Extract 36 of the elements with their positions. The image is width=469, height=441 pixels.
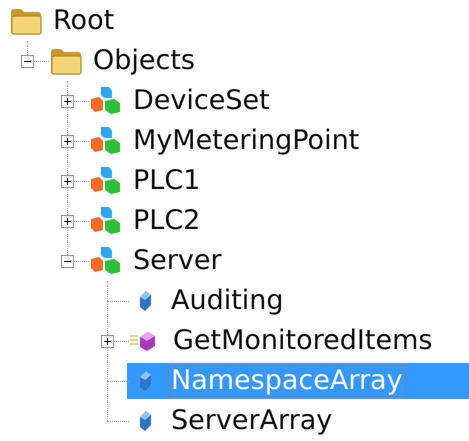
item-label: PLC1: [132, 166, 202, 196]
cube-icon: [139, 410, 152, 432]
expander-toggle[interactable]: [61, 175, 74, 188]
item-label: Objects: [92, 46, 196, 76]
item-label: ServerArray: [170, 406, 334, 436]
item-label: Auditing: [170, 286, 285, 316]
item-label: DeviceSet: [132, 86, 271, 116]
cubes-icon: [89, 125, 123, 157]
item-label: PLC2: [132, 206, 202, 236]
item-label: MyMeteringPoint: [132, 126, 360, 156]
cubes-icon: [89, 165, 123, 197]
tree-item[interactable]: Objects: [47, 43, 202, 79]
tree-item[interactable]: PLC2: [87, 203, 206, 239]
expander-toggle[interactable]: [61, 135, 74, 148]
expander-toggle[interactable]: [61, 255, 74, 268]
tree-item[interactable]: Root: [7, 3, 120, 39]
tree-item[interactable]: MyMeteringPoint: [87, 123, 366, 159]
expander-toggle[interactable]: [21, 55, 34, 68]
cubes-icon: [89, 245, 123, 277]
cube-icon: [139, 370, 152, 392]
tree-item[interactable]: PLC1: [87, 163, 206, 199]
tree-item[interactable]: DeviceSet: [87, 83, 276, 119]
item-label: Root: [52, 6, 116, 36]
cubes-icon: [89, 85, 123, 117]
cube-icon: [139, 290, 152, 312]
expander-toggle[interactable]: [61, 215, 74, 228]
tree-item[interactable]: ServerArray: [127, 403, 338, 439]
item-label: GetMonitoredItems: [172, 326, 434, 356]
item-label: NamespaceArray: [169, 366, 405, 396]
tree-item[interactable]: GetMonitoredItems: [127, 323, 438, 359]
item-label: Server: [132, 246, 223, 276]
tree-item[interactable]: Auditing: [127, 283, 290, 319]
tree-item[interactable]: Server: [87, 243, 228, 279]
cubes-icon: [89, 205, 123, 237]
expander-toggle[interactable]: [61, 95, 74, 108]
expander-toggle[interactable]: [101, 335, 114, 348]
